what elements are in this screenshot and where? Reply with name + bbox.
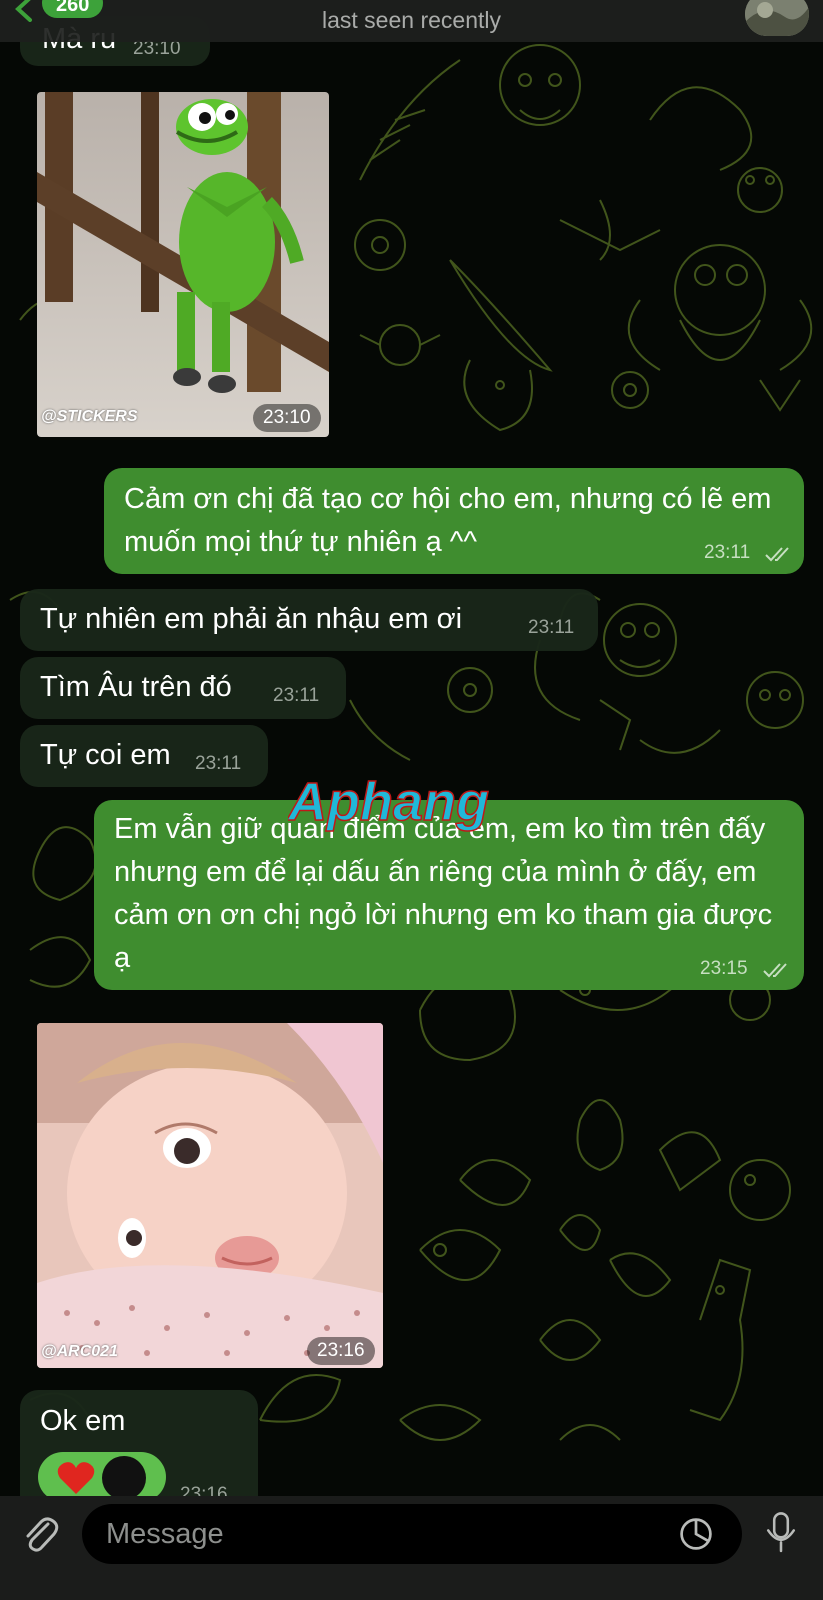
incoming-message-bubble[interactable]: Tìm Âu trên đó 23:11 (20, 657, 346, 719)
contact-status: last seen recently (322, 7, 501, 33)
message-time: 23:11 (273, 685, 320, 706)
reaction-bar[interactable] (38, 1452, 166, 1502)
message-text: Tìm Âu trên đó (40, 671, 232, 703)
watermark-text: Aphang (288, 772, 489, 832)
baby-illustration (37, 1023, 383, 1368)
message-input[interactable]: Message (82, 1504, 742, 1564)
incoming-message-bubble[interactable]: Tự nhiên em phải ăn nhậu em ơi 23:11 (20, 589, 598, 651)
message-time: 23:11 (528, 617, 575, 638)
kermit-frog-illustration (37, 92, 329, 437)
heart-reaction-icon[interactable] (56, 1460, 96, 1496)
message-text: Tự coi em (40, 739, 171, 771)
message-time: 23:15 (700, 958, 748, 979)
avatar-image (745, 0, 809, 36)
media-time: 23:16 (307, 1337, 375, 1365)
avatar-reaction-icon[interactable] (102, 1456, 146, 1500)
read-checkmarks-icon (763, 963, 787, 978)
read-checkmarks-icon (765, 547, 789, 562)
media-time: 23:10 (253, 404, 321, 432)
message-text: Tự nhiên em phải ăn nhậu em ơi (40, 603, 463, 635)
outgoing-message-bubble[interactable]: Cảm ơn chị đã tạo cơ hội cho em, nhưng c… (104, 468, 804, 574)
incoming-message-bubble[interactable]: Tự coi em 23:11 (20, 725, 268, 787)
message-input-placeholder: Message (106, 1518, 224, 1550)
message-input-bar: Message (0, 1496, 823, 1600)
message-time: 23:11 (195, 753, 242, 774)
sticker-source-label: @ARC021 (41, 1343, 118, 1360)
kermit-sticker-image[interactable]: @STICKERS 23:10 (37, 92, 329, 437)
message-text: Cảm ơn chị đã tạo cơ hội cho em, nhưng c… (124, 483, 772, 558)
brand-watermark-logo: Aphang (288, 771, 490, 833)
attach-icon[interactable] (20, 1514, 60, 1554)
baby-sticker-image[interactable]: @ARC021 23:16 (37, 1023, 383, 1368)
message-text: Ok em (40, 1405, 126, 1437)
contact-avatar[interactable] (745, 0, 809, 36)
message-time: 23:11 (704, 542, 751, 563)
sticker-icon[interactable] (678, 1516, 714, 1552)
sticker-source-label: @STICKERS (41, 408, 138, 425)
microphone-icon[interactable] (764, 1510, 798, 1556)
